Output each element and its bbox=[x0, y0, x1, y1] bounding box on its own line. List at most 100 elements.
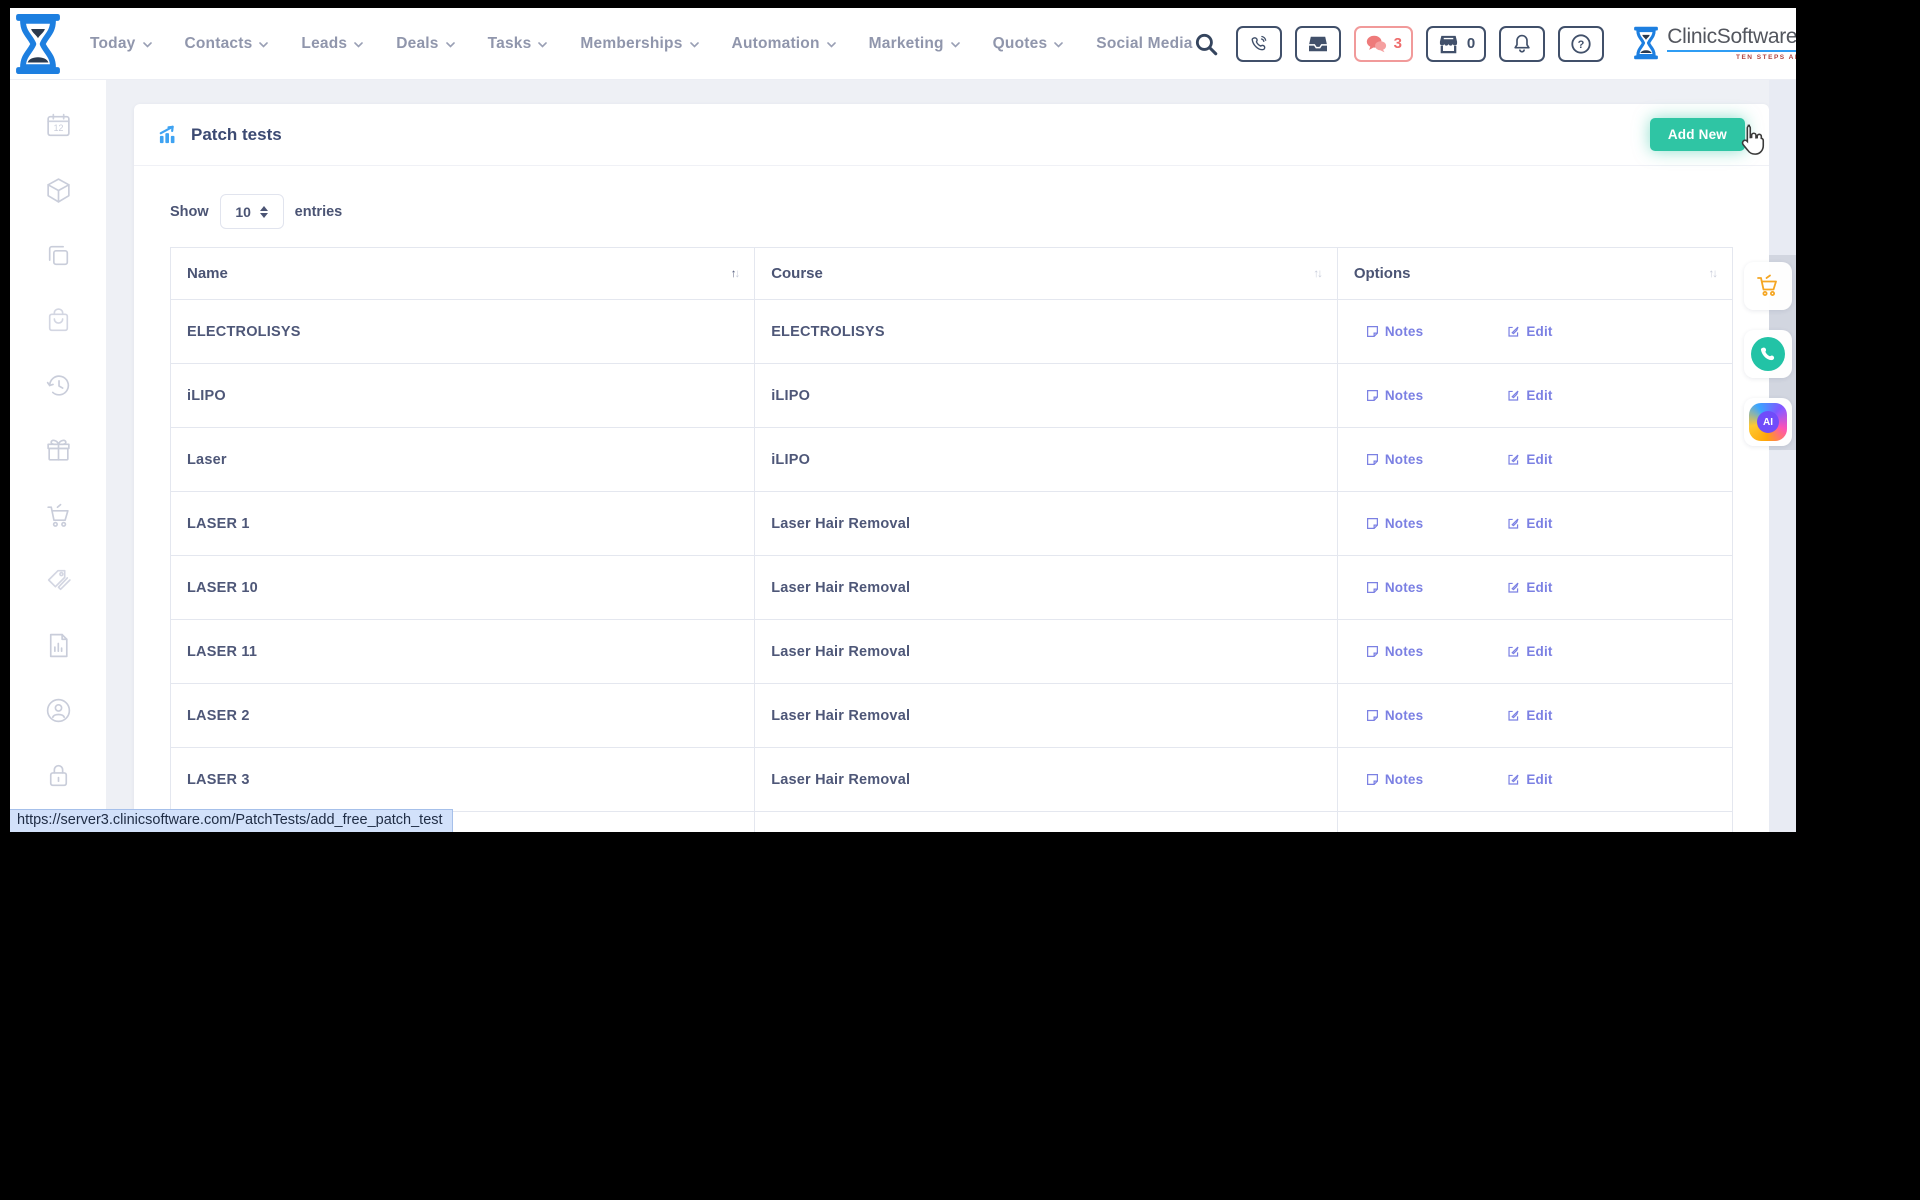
add-new-button[interactable]: Add New bbox=[1650, 118, 1745, 151]
note-icon bbox=[1366, 645, 1379, 658]
icon-sidebar: 12 bbox=[10, 80, 106, 832]
nav-item-quotes[interactable]: Quotes bbox=[993, 35, 1064, 53]
phone-icon bbox=[1249, 34, 1269, 54]
inbox-icon bbox=[1307, 35, 1329, 53]
sidebar-item-copy[interactable] bbox=[44, 241, 73, 270]
nav-item-social-media[interactable]: Social Media bbox=[1096, 35, 1192, 53]
edit-icon bbox=[1507, 389, 1520, 402]
table-row: LASER 2 Laser Hair Removal Notes Edit bbox=[171, 684, 1733, 748]
notes-link[interactable]: Notes bbox=[1366, 644, 1424, 659]
cell-name: Laser bbox=[171, 428, 755, 492]
search-button[interactable] bbox=[1193, 31, 1219, 57]
nav-item-leads[interactable]: Leads bbox=[301, 35, 363, 53]
edit-icon bbox=[1507, 517, 1520, 530]
vertical-scrollbar[interactable] bbox=[1769, 80, 1796, 832]
chevron-down-icon bbox=[827, 42, 836, 48]
cell-options bbox=[1337, 812, 1732, 833]
ai-icon: AI bbox=[1749, 403, 1787, 441]
edit-link[interactable]: Edit bbox=[1507, 324, 1552, 339]
help-button[interactable]: ? bbox=[1558, 26, 1604, 62]
cell-course: iLIPO bbox=[755, 428, 1338, 492]
note-icon bbox=[1366, 325, 1379, 338]
edit-link[interactable]: Edit bbox=[1507, 580, 1552, 595]
inbox-button[interactable] bbox=[1295, 26, 1341, 62]
topbar-actions: 3 0 ? ClinicSoftware .com TEN STEPS bbox=[1193, 24, 1796, 64]
hourglass-logo-small-icon bbox=[1631, 26, 1661, 60]
sidebar-item-tags[interactable] bbox=[44, 566, 73, 595]
nav-label: Today bbox=[90, 35, 136, 53]
column-header-course[interactable]: Course↑↓ bbox=[755, 248, 1338, 300]
floating-whatsapp-button[interactable] bbox=[1744, 330, 1792, 378]
sidebar-item-report[interactable] bbox=[44, 631, 73, 660]
edit-link[interactable]: Edit bbox=[1507, 772, 1552, 787]
table-row: iLIPO iLIPO Notes Edit bbox=[171, 364, 1733, 428]
nav-item-today[interactable]: Today bbox=[90, 35, 152, 53]
sort-icon: ↑↓ bbox=[731, 268, 739, 280]
note-icon bbox=[1366, 453, 1379, 466]
table-row: Laser iLIPO Notes Edit bbox=[171, 428, 1733, 492]
column-header-name[interactable]: Name↑↓ bbox=[171, 248, 755, 300]
brand-tagline: TEN STEPS AHEAD bbox=[1667, 55, 1796, 62]
notes-link[interactable]: Notes bbox=[1366, 516, 1424, 531]
sidebar-item-package[interactable] bbox=[44, 176, 73, 205]
search-icon bbox=[1193, 31, 1219, 57]
whatsapp-icon bbox=[1751, 337, 1785, 371]
sidebar-item-gift[interactable] bbox=[44, 436, 73, 465]
notes-link[interactable]: Notes bbox=[1366, 772, 1424, 787]
chevron-down-icon bbox=[951, 42, 960, 48]
sidebar-item-account[interactable] bbox=[44, 696, 73, 725]
notes-link[interactable]: Notes bbox=[1366, 580, 1424, 595]
store-count-badge: 0 bbox=[1467, 35, 1475, 52]
cart-icon bbox=[1754, 273, 1782, 299]
notes-link[interactable]: Notes bbox=[1366, 452, 1424, 467]
nav-item-contacts[interactable]: Contacts bbox=[185, 35, 269, 53]
chart-icon bbox=[158, 125, 180, 145]
sidebar-item-lock[interactable] bbox=[44, 761, 73, 790]
notes-link[interactable]: Notes bbox=[1366, 708, 1424, 723]
store-icon bbox=[1437, 34, 1460, 54]
entries-select-value: 10 bbox=[235, 204, 251, 220]
notifications-button[interactable] bbox=[1499, 26, 1545, 62]
sidebar-item-calendar[interactable]: 12 bbox=[44, 111, 73, 140]
edit-link[interactable]: Edit bbox=[1507, 644, 1552, 659]
edit-icon bbox=[1507, 773, 1520, 786]
chat-count-badge: 3 bbox=[1394, 35, 1402, 52]
phone-button[interactable] bbox=[1236, 26, 1282, 62]
nav-item-deals[interactable]: Deals bbox=[396, 35, 454, 53]
sidebar-item-shopping-bag[interactable] bbox=[44, 306, 73, 335]
nav-label: Marketing bbox=[869, 35, 944, 53]
edit-link[interactable]: Edit bbox=[1507, 708, 1552, 723]
store-button[interactable]: 0 bbox=[1426, 26, 1486, 62]
cell-name: LASER 10 bbox=[171, 556, 755, 620]
floating-cart-button[interactable] bbox=[1744, 262, 1792, 310]
svg-text:12: 12 bbox=[53, 123, 63, 133]
nav-item-automation[interactable]: Automation bbox=[732, 35, 836, 53]
app-logo[interactable] bbox=[10, 8, 66, 80]
cell-name: LASER 1 bbox=[171, 492, 755, 556]
nav-item-marketing[interactable]: Marketing bbox=[869, 35, 960, 53]
floating-ai-button[interactable]: AI bbox=[1744, 398, 1792, 446]
edit-icon bbox=[1507, 645, 1520, 658]
note-icon bbox=[1366, 517, 1379, 530]
notes-link[interactable]: Notes bbox=[1366, 324, 1424, 339]
bell-icon bbox=[1512, 33, 1532, 54]
edit-link[interactable]: Edit bbox=[1507, 388, 1552, 403]
nav-label: Automation bbox=[732, 35, 820, 53]
column-header-options[interactable]: Options↑↓ bbox=[1337, 248, 1732, 300]
notes-link[interactable]: Notes bbox=[1366, 388, 1424, 403]
cell-course: ELECTROLISYS bbox=[755, 300, 1338, 364]
edit-icon bbox=[1507, 453, 1520, 466]
chevron-down-icon bbox=[446, 42, 455, 48]
edit-link[interactable]: Edit bbox=[1507, 516, 1552, 531]
entries-select[interactable]: 10 bbox=[220, 194, 284, 229]
edit-link[interactable]: Edit bbox=[1507, 452, 1552, 467]
note-icon bbox=[1366, 773, 1379, 786]
nav-item-memberships[interactable]: Memberships bbox=[580, 35, 698, 53]
chat-button[interactable]: 3 bbox=[1354, 26, 1413, 62]
page-title: Patch tests bbox=[158, 125, 282, 145]
sidebar-item-history[interactable] bbox=[44, 371, 73, 400]
cell-options: Notes Edit bbox=[1337, 428, 1732, 492]
nav-item-tasks[interactable]: Tasks bbox=[488, 35, 548, 53]
sidebar-item-cart[interactable] bbox=[44, 501, 73, 530]
cell-name: LASER 3 bbox=[171, 748, 755, 812]
